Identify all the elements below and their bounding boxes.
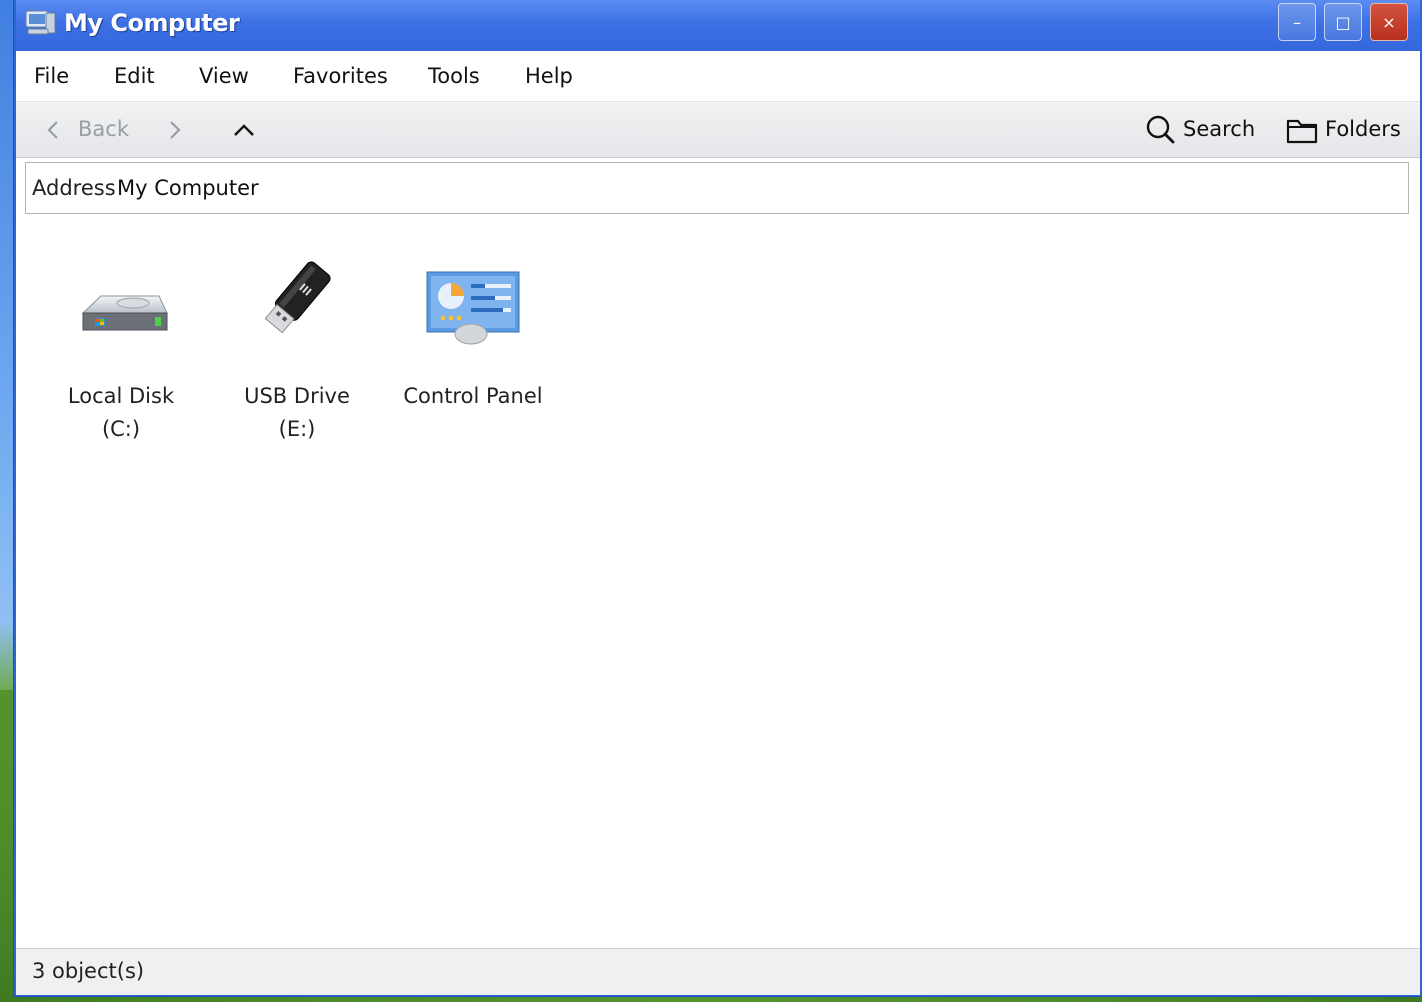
back-label: Back bbox=[78, 117, 129, 141]
search-button[interactable]: Search bbox=[1144, 108, 1264, 150]
menu-favorites[interactable]: Favorites bbox=[293, 64, 388, 88]
close-button[interactable]: × bbox=[1370, 3, 1408, 41]
item-label: USB Drive (E:) bbox=[244, 384, 350, 441]
item-label: Control Panel bbox=[403, 384, 543, 408]
drive-usb[interactable]: USB Drive (E:) bbox=[222, 258, 372, 441]
maximize-button[interactable]: □ bbox=[1324, 3, 1362, 41]
chevron-left-icon bbox=[47, 121, 58, 139]
explorer-window: My Computer – □ × File Edit View Favorit… bbox=[14, 0, 1422, 996]
folders-button[interactable]: Folders bbox=[1284, 108, 1414, 150]
address-value[interactable]: My Computer bbox=[117, 176, 259, 200]
menu-view[interactable]: View bbox=[199, 64, 249, 88]
control-panel-icon bbox=[426, 271, 520, 345]
menu-file[interactable]: File bbox=[34, 64, 69, 88]
file-view: Local Disk (C:) USB Drive (E:) Control P… bbox=[16, 218, 1420, 948]
minimize-button[interactable]: – bbox=[1278, 3, 1316, 41]
search-icon bbox=[1146, 115, 1175, 144]
forward-button[interactable] bbox=[164, 110, 194, 150]
status-text: 3 object(s) bbox=[32, 959, 145, 983]
control-panel-item[interactable]: Control Panel bbox=[398, 258, 548, 428]
menu-bar: File Edit View Favorites Tools Help bbox=[16, 51, 1420, 102]
drive-local-disk[interactable]: Local Disk (C:) bbox=[46, 258, 196, 441]
window-title: My Computer bbox=[64, 9, 240, 37]
address-bar[interactable]: Address My Computer bbox=[25, 162, 1409, 214]
status-bar: 3 object(s) bbox=[16, 948, 1420, 995]
chevron-up-icon bbox=[234, 124, 254, 136]
back-button[interactable]: Back bbox=[44, 110, 144, 150]
usb-drive-icon bbox=[264, 261, 331, 334]
up-button[interactable] bbox=[230, 110, 260, 150]
search-label: Search bbox=[1183, 117, 1256, 141]
my-computer-icon bbox=[25, 10, 56, 35]
chevron-right-icon bbox=[170, 121, 181, 139]
menu-help[interactable]: Help bbox=[525, 64, 573, 88]
hard-disk-icon bbox=[81, 295, 168, 331]
menu-edit[interactable]: Edit bbox=[114, 64, 155, 88]
folders-label: Folders bbox=[1325, 117, 1401, 141]
folder-icon bbox=[1286, 119, 1318, 144]
toolbar: Back Search Folders bbox=[16, 102, 1420, 158]
address-label: Address bbox=[32, 176, 116, 200]
menu-tools[interactable]: Tools bbox=[428, 64, 480, 88]
title-bar[interactable]: My Computer – □ × bbox=[16, 0, 1420, 51]
item-label: Local Disk (C:) bbox=[67, 384, 175, 441]
